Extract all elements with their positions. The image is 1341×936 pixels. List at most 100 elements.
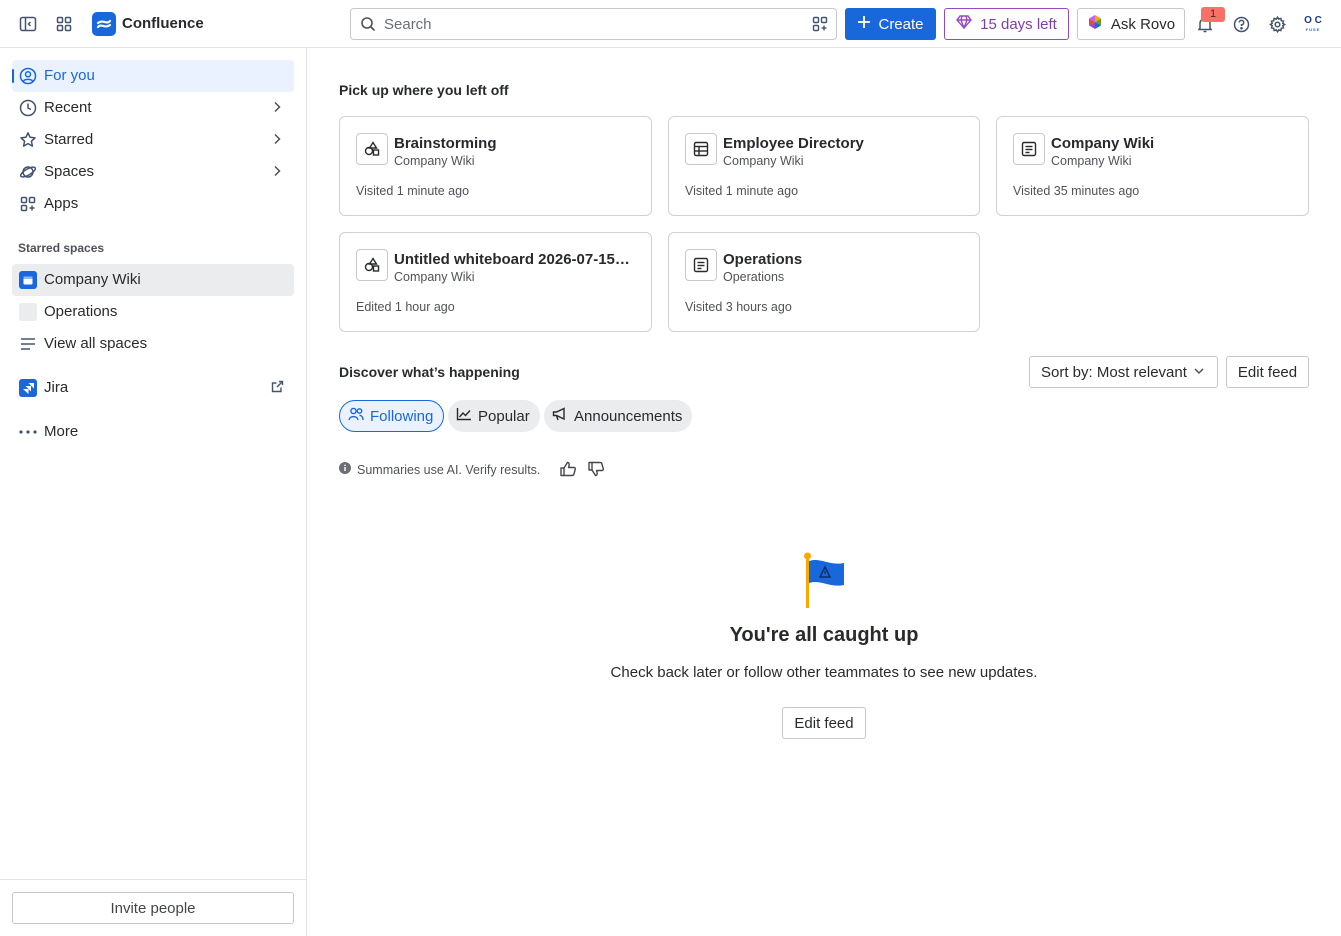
ask-rovo-button[interactable]: Ask Rovo (1077, 8, 1185, 40)
create-button[interactable]: Create (845, 8, 936, 40)
edit-feed-button[interactable]: Edit feed (1226, 356, 1309, 388)
gem-icon (956, 15, 973, 33)
sidebar-toggle-icon[interactable] (16, 12, 40, 36)
card-title: Company Wiki (1051, 135, 1155, 152)
more-dots-icon (19, 423, 37, 441)
recent-section-title: Pick up where you left off (339, 82, 509, 98)
search-input[interactable]: Search (350, 8, 837, 40)
sidebar-item-recent[interactable]: Recent (12, 92, 294, 124)
trial-label: 15 days left (980, 15, 1057, 33)
trial-button[interactable]: 15 days left (944, 8, 1069, 40)
avatar-initials: O C (1304, 15, 1322, 26)
whiteboard-icon (356, 249, 388, 281)
sidebar-item-jira[interactable]: Jira (12, 372, 294, 404)
card-space: Company Wiki (723, 154, 804, 168)
rovo-icon (1087, 14, 1103, 34)
settings-gear-icon[interactable] (1265, 12, 1289, 36)
tab-popular[interactable]: Popular (448, 400, 540, 432)
page-icon (685, 249, 717, 281)
search-filter-icon[interactable] (812, 16, 828, 35)
space-avatar-icon (19, 271, 37, 289)
people-icon (348, 407, 364, 425)
card-space: Company Wiki (1051, 154, 1132, 168)
user-avatar[interactable]: O C FUSE (1300, 12, 1326, 38)
trending-chart-icon (456, 407, 472, 425)
notification-count-badge: 1 (1201, 7, 1225, 22)
tab-label: Popular (478, 407, 530, 425)
recent-card[interactable]: Operations Operations Visited 3 hours ag… (668, 232, 980, 332)
card-title: Operations (723, 251, 803, 268)
starred-spaces-heading: Starred spaces (18, 241, 105, 255)
create-label: Create (878, 15, 924, 33)
confluence-logo-icon[interactable] (92, 12, 116, 36)
divider (0, 879, 306, 880)
card-meta: Edited 1 hour ago (356, 300, 455, 314)
space-label: View all spaces (44, 335, 148, 352)
card-title: Employee Directory (723, 135, 864, 152)
sidebar-space-company-wiki[interactable]: Company Wiki (12, 264, 294, 296)
sidebar-item-label: More (44, 423, 79, 440)
sort-dropdown[interactable]: Sort by: Most relevant (1029, 356, 1218, 388)
tab-following[interactable]: Following (339, 400, 445, 432)
card-space: Operations (723, 270, 785, 284)
clock-icon (19, 99, 37, 117)
sidebar-item-apps[interactable]: Apps (12, 188, 294, 220)
sidebar-item-more[interactable]: More (12, 416, 294, 448)
recent-card[interactable]: Untitled whiteboard 2026-07-15 … Company… (339, 232, 652, 332)
card-meta: Visited 1 minute ago (685, 184, 799, 198)
card-title: Untitled whiteboard 2026-07-15 … (394, 251, 634, 268)
star-icon (19, 131, 37, 149)
apps-grid-icon (19, 195, 37, 213)
active-indicator (12, 69, 14, 83)
chevron-right-icon[interactable] (270, 100, 284, 117)
avatar-sub: FUSE (1305, 27, 1321, 32)
sidebar-view-all-spaces[interactable]: View all spaces (12, 328, 294, 360)
sidebar-space-operations[interactable]: Operations (12, 296, 294, 328)
brand-name[interactable]: Confluence (122, 15, 204, 32)
search-placeholder: Search (384, 16, 432, 33)
card-meta: Visited 3 hours ago (685, 300, 792, 314)
empty-state-subtitle: Check back later or follow other teammat… (610, 664, 1038, 681)
sidebar-item-label: For you (44, 67, 95, 84)
empty-state-edit-feed-button[interactable]: Edit feed (782, 707, 866, 739)
sidebar-item-starred[interactable]: Starred (12, 124, 294, 156)
card-meta: Visited 1 minute ago (356, 184, 470, 198)
help-icon[interactable] (1229, 12, 1253, 36)
chevron-right-icon[interactable] (270, 132, 284, 149)
sidebar-item-spaces[interactable]: Spaces (12, 156, 294, 188)
flag-illustration-icon (800, 552, 848, 613)
card-space: Company Wiki (394, 270, 475, 284)
sidebar-item-label: Recent (44, 99, 92, 116)
ai-disclaimer: Summaries use AI. Verify results. (339, 462, 540, 477)
empty-state-title: You're all caught up (729, 624, 919, 646)
planet-icon (19, 163, 37, 181)
recent-card[interactable]: Brainstorming Company Wiki Visited 1 min… (339, 116, 652, 216)
external-link-icon[interactable] (271, 380, 284, 396)
sort-label: Sort by: Most relevant (1041, 363, 1187, 381)
thumbs-down-icon[interactable] (586, 459, 606, 479)
card-meta: Visited 35 minutes ago (1013, 184, 1140, 198)
sidebar-item-label: Spaces (44, 163, 95, 180)
app-switcher-icon[interactable] (52, 12, 76, 36)
list-icon (19, 335, 37, 353)
plus-icon (857, 15, 871, 33)
thumbs-up-icon[interactable] (558, 459, 578, 479)
sidebar-item-for-you[interactable]: For you (12, 60, 294, 92)
space-label: Operations (44, 303, 118, 320)
card-space: Company Wiki (394, 154, 475, 168)
user-circle-icon (19, 67, 37, 85)
whiteboard-icon (356, 133, 388, 165)
search-icon (360, 16, 376, 35)
page-icon (1013, 133, 1045, 165)
top-navigation: Confluence Search Create 15 days left As… (0, 0, 1341, 48)
chevron-right-icon[interactable] (270, 164, 284, 181)
space-label: Company Wiki (44, 271, 141, 288)
recent-card[interactable]: Employee Directory Company Wiki Visited … (668, 116, 980, 216)
invite-people-button[interactable]: Invite people (12, 892, 294, 924)
tab-label: Announcements (574, 407, 683, 425)
sidebar-item-label: Apps (44, 195, 79, 212)
database-icon (685, 133, 717, 165)
tab-announcements[interactable]: Announcements (544, 400, 693, 432)
rovo-label: Ask Rovo (1110, 15, 1176, 33)
recent-card[interactable]: Company Wiki Company Wiki Visited 35 min… (996, 116, 1309, 216)
